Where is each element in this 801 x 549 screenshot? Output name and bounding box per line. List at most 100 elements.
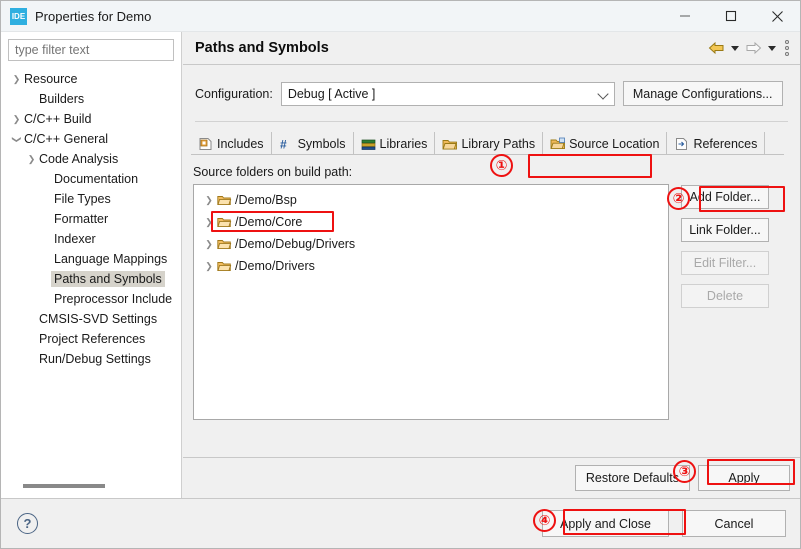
sidebar-item-run-debug-settings[interactable]: Run/Debug Settings (1, 349, 181, 369)
tab-libraries[interactable]: Libraries (354, 132, 436, 155)
sidebar-item-formatter[interactable]: Formatter (1, 209, 181, 229)
maximize-button[interactable] (708, 1, 754, 32)
tab-underline (191, 154, 784, 155)
source-folders-list[interactable]: ❯ /Demo/Bsp ❯ /Demo/Core ❯ /Demo/Debug/Driver… (193, 184, 669, 420)
apply-bar: Restore Defaults Apply (183, 457, 800, 498)
forward-arrow-icon[interactable] (744, 39, 763, 57)
link-folder-button[interactable]: Link Folder... (681, 218, 769, 242)
settings-sidebar: ❯ResourceBuilders❯C/C++ Build❯C/C++ Gene… (1, 32, 182, 498)
search-input[interactable] (8, 39, 174, 61)
forward-history-dropdown-icon[interactable] (768, 45, 776, 51)
tab-label: References (693, 136, 758, 151)
configuration-area: Configuration: Debug [ Active ] Manage C… (183, 65, 800, 122)
source-folder-row[interactable]: ❯ /Demo/Drivers (194, 255, 668, 277)
source-folders-header: Source folders on build path: (193, 165, 790, 179)
apply-and-close-button[interactable]: Apply and Close (542, 510, 669, 537)
sidebar-item-documentation[interactable]: Documentation (1, 169, 181, 189)
sidebar-item-label: Resource (24, 72, 78, 86)
properties-tab-bar: Includes # Symbols Libraries Library Paths So… (191, 131, 800, 155)
source-folder-row[interactable]: ❯ /Demo/Debug/Drivers (194, 233, 668, 255)
sidebar-item-label: Run/Debug Settings (39, 352, 151, 366)
chevron-right-icon[interactable]: ❯ (9, 114, 24, 125)
configuration-divider (195, 121, 788, 122)
configuration-value: Debug [ Active ] (287, 86, 376, 101)
configuration-label: Configuration: (195, 86, 273, 101)
folder-icon (217, 194, 235, 207)
apply-button[interactable]: Apply (698, 465, 790, 491)
tab-source-location[interactable]: Source Location (543, 132, 668, 155)
scrollbar-thumb[interactable] (23, 484, 105, 488)
tab-label: Library Paths (461, 136, 536, 151)
includes-icon (198, 137, 213, 151)
source-folder-row[interactable]: ❯ /Demo/Bsp (194, 189, 668, 211)
source-folder-path: /Demo/Core (235, 215, 303, 229)
dialog-footer: ? Apply and Close Cancel (1, 498, 800, 548)
source-location-icon (550, 137, 566, 151)
tab-library-paths[interactable]: Library Paths (435, 132, 544, 155)
chevron-right-icon[interactable]: ❯ (201, 261, 217, 272)
close-button[interactable] (754, 1, 800, 32)
source-folders-area: ❯ /Demo/Bsp ❯ /Demo/Core ❯ /Demo/Debug/Driver… (193, 184, 790, 420)
tab-label: Libraries (379, 136, 428, 151)
page-nav-icons (707, 39, 793, 57)
sidebar-item-label: Paths and Symbols (51, 271, 165, 287)
source-folders-label: Source folders on build path: (193, 165, 353, 179)
chevron-right-icon[interactable]: ❯ (9, 74, 24, 85)
sidebar-item-c-c-build[interactable]: ❯ C/C++ Build (1, 109, 181, 129)
tab-references[interactable]: References (667, 132, 766, 155)
footer-buttons: Apply and Close Cancel (542, 510, 786, 537)
sidebar-item-code-analysis[interactable]: ❯ Code Analysis (1, 149, 181, 169)
tab-label: Source Location (569, 136, 660, 151)
tab-label: Includes (217, 136, 264, 151)
sidebar-item-label: Project References (39, 332, 146, 346)
source-folder-path: /Demo/Bsp (235, 193, 297, 207)
sidebar-item-label: Documentation (54, 172, 139, 186)
tab-label: Symbols (297, 136, 346, 151)
source-folder-actions: Add Folder... Link Folder... Edit Filter..… (681, 185, 769, 420)
minimize-button[interactable] (662, 1, 708, 32)
view-menu-icon[interactable] (781, 39, 793, 57)
chevron-right-icon[interactable]: ❯ (201, 217, 217, 228)
manage-configurations-button[interactable]: Manage Configurations... (622, 81, 783, 106)
sidebar-item-language-mappings[interactable]: Language Mappings (1, 249, 181, 269)
sidebar-item-label: C/C++ General (24, 132, 109, 146)
chevron-right-icon[interactable]: ❯ (201, 239, 217, 250)
sidebar-item-builders[interactable]: Builders (1, 89, 181, 109)
chevron-right-icon[interactable]: ❯ (201, 195, 217, 206)
back-arrow-icon[interactable] (707, 39, 726, 57)
restore-defaults-button[interactable]: Restore Defaults (574, 465, 690, 491)
sidebar-item-c-c-general[interactable]: ❯ C/C++ General (1, 129, 181, 149)
cancel-button[interactable]: Cancel (682, 510, 786, 537)
chevron-right-icon[interactable]: ❯ (24, 154, 39, 165)
hash-icon: # (279, 137, 294, 151)
tab-symbols[interactable]: # Symbols (272, 132, 354, 155)
sidebar-item-paths-and-symbols[interactable]: Paths and Symbols (1, 269, 181, 289)
sidebar-horizontal-scrollbar[interactable] (9, 481, 174, 491)
configuration-row: Configuration: Debug [ Active ] Manage C… (195, 81, 788, 106)
help-icon[interactable]: ? (17, 513, 38, 534)
delete-button: Delete (681, 284, 769, 308)
sidebar-item-preprocessor-include[interactable]: Preprocessor Include (1, 289, 181, 309)
references-icon (674, 137, 689, 151)
back-history-dropdown-icon[interactable] (731, 45, 739, 51)
sidebar-item-resource[interactable]: ❯ Resource (1, 69, 181, 89)
sidebar-item-indexer[interactable]: Indexer (1, 229, 181, 249)
settings-tree: ❯ Resource Builders ❯ C/C++ Build ❯ C/C++ Gene… (1, 69, 181, 369)
sidebar-item-label: Indexer (54, 232, 96, 246)
sidebar-item-label: Formatter (54, 212, 109, 226)
source-folder-row[interactable]: ❯ /Demo/Core (194, 211, 668, 233)
sidebar-item-cmsis-svd-settings[interactable]: CMSIS-SVD Settings (1, 309, 181, 329)
configuration-select[interactable]: Debug [ Active ] (280, 81, 615, 106)
sidebar-item-label: Code Analysis (39, 152, 119, 166)
sidebar-item-file-types[interactable]: File Types (1, 189, 181, 209)
tab-includes[interactable]: Includes (191, 132, 272, 155)
source-folder-path: /Demo/Debug/Drivers (235, 237, 356, 251)
add-folder-button[interactable]: Add Folder... (681, 185, 769, 209)
sidebar-item-label: Language Mappings (54, 252, 168, 266)
sidebar-item-label: File Types (54, 192, 111, 206)
folder-icon (217, 238, 235, 251)
title-bar: IDE Properties for Demo (1, 1, 800, 32)
edit-filter-button: Edit Filter... (681, 251, 769, 275)
chevron-down-icon[interactable]: ❯ (11, 132, 22, 147)
sidebar-item-project-references[interactable]: Project References (1, 329, 181, 349)
